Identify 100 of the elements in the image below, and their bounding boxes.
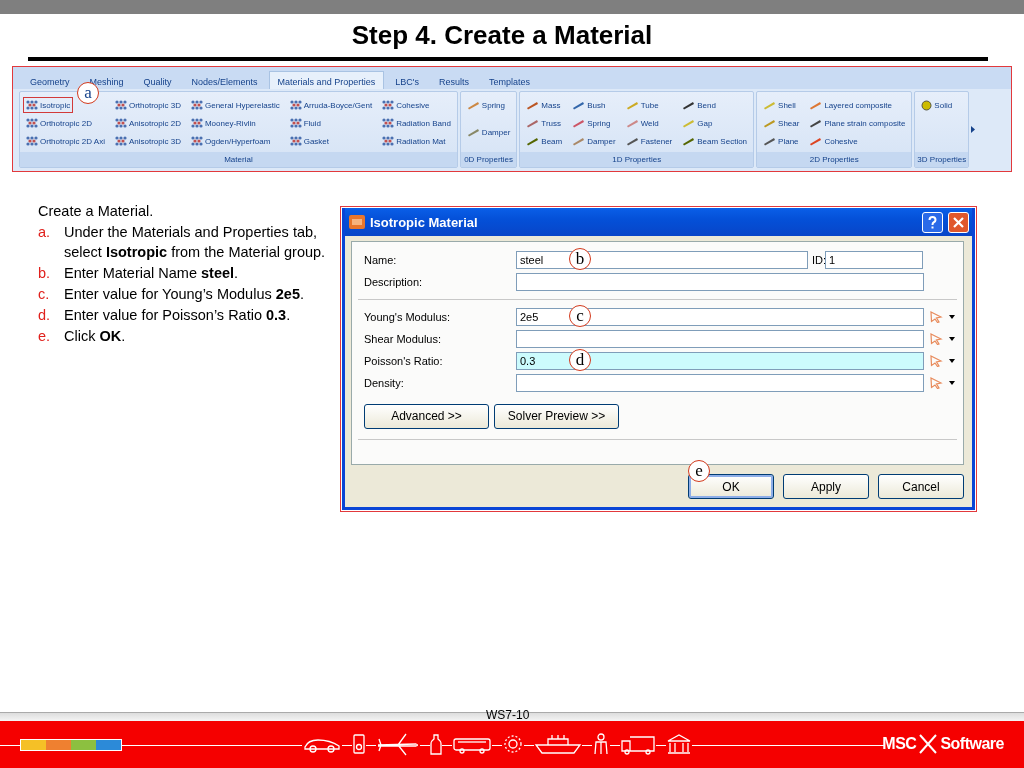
instruction-text: Create a Material. <box>38 202 155 221</box>
ribbon-tab[interactable]: Meshing <box>80 71 133 89</box>
lattice-icon <box>382 118 395 128</box>
ribbon-tab[interactable]: LBC's <box>386 71 428 89</box>
cross-icon <box>918 733 939 755</box>
lattice-icon <box>114 136 127 146</box>
ribbon-item[interactable]: Cohesive <box>379 97 433 113</box>
ribbon-item[interactable]: Ogden/Hyperfoam <box>187 133 274 149</box>
lattice-icon <box>26 136 38 146</box>
lattice-icon <box>289 136 302 146</box>
ribbon-item[interactable]: Gap <box>679 115 716 131</box>
ribbon-item[interactable]: Beam <box>523 133 566 149</box>
ribbon-item[interactable]: Spring <box>569 115 614 131</box>
ribbon-item[interactable]: Orthotropic 2D Axi <box>23 133 108 149</box>
dialog-button[interactable]: Cancel <box>878 474 964 499</box>
ribbon-item[interactable]: Orthotropic 3D <box>111 97 184 113</box>
ribbon-tab[interactable]: Quality <box>134 71 181 89</box>
dialog-button[interactable]: Solver Preview >> <box>494 403 619 429</box>
bar-icon <box>526 118 540 128</box>
bar-icon <box>763 118 777 128</box>
ribbon-item[interactable]: Plane strain composite <box>806 115 909 131</box>
slide-title: Step 4. Create a Material <box>350 19 654 52</box>
cursor-icon[interactable] <box>929 333 943 345</box>
dialog-button[interactable]: Apply <box>783 474 869 499</box>
input-field[interactable]: 1 <box>825 251 923 269</box>
input-field[interactable]: 0.3 d <box>516 352 924 370</box>
ribbon-item[interactable]: Cohesive <box>806 133 861 149</box>
group-label: 0D Properties <box>460 152 517 167</box>
cursor-icon[interactable] <box>929 377 943 389</box>
cursor-icon[interactable] <box>929 355 943 367</box>
input-field[interactable] <box>516 330 924 348</box>
lattice-icon <box>114 118 127 128</box>
help-button[interactable] <box>922 211 943 233</box>
caret-icon[interactable] <box>949 337 955 341</box>
step-letter: e. <box>38 327 52 346</box>
ribbon-item[interactable]: Arruda-Boyce/Gent <box>286 97 376 113</box>
ribbon-item[interactable]: Bend <box>679 97 719 113</box>
lattice-icon <box>289 118 302 128</box>
lattice-icon <box>190 118 203 128</box>
cursor-icon[interactable] <box>929 311 943 323</box>
step-letter: c. <box>38 285 51 304</box>
ribbon-item[interactable]: Isotropic <box>23 97 74 113</box>
close-button[interactable] <box>948 211 969 233</box>
ribbon-tab[interactable]: Geometry <box>21 71 79 89</box>
ribbon-item[interactable]: Beam Section <box>679 133 751 149</box>
group-label: 1D Properties <box>520 152 754 167</box>
ribbon-tab[interactable]: Templates <box>479 71 539 89</box>
lattice-icon <box>289 100 302 110</box>
caret-icon[interactable] <box>949 359 955 363</box>
lattice-icon <box>382 136 395 146</box>
ribbon-item[interactable]: Damper <box>569 133 619 149</box>
sphere-icon <box>921 99 933 111</box>
bar-icon <box>763 136 777 146</box>
ribbon-item[interactable]: Anisotropic 3D <box>111 133 184 149</box>
bar-icon <box>526 100 540 110</box>
bar-icon <box>526 136 540 146</box>
ribbon-item[interactable]: Anisotropic 2D <box>111 115 184 131</box>
ribbon-item[interactable]: Fastener <box>622 133 676 149</box>
ribbon-item[interactable]: Shear <box>760 115 803 131</box>
ribbon-item[interactable]: General Hyperelastic <box>187 97 283 113</box>
ribbon-item[interactable]: Layered composite <box>806 97 895 113</box>
ribbon-item[interactable]: Bush <box>569 97 609 113</box>
ribbon-item[interactable]: Gasket <box>286 133 332 149</box>
ribbon-item[interactable]: Mooney-Rivlin <box>187 115 259 131</box>
logo-text: MSC <box>882 735 917 753</box>
callout-label: c <box>569 305 591 327</box>
ribbon-tab[interactable]: Results <box>429 71 478 89</box>
dialog-button[interactable]: Advanced >> <box>364 403 489 429</box>
ribbon-item[interactable]: Weld <box>622 115 662 131</box>
input-field[interactable] <box>516 273 924 291</box>
ribbon-item[interactable]: Solid <box>918 97 956 113</box>
ribbon-tab[interactable]: Materials and Properties <box>268 71 385 89</box>
caret-icon[interactable] <box>949 381 955 385</box>
bar-icon <box>682 118 696 128</box>
question-icon <box>928 215 937 229</box>
step-letter: d. <box>38 306 52 325</box>
ribbon-item[interactable]: Plane <box>760 133 802 149</box>
ribbon-tab[interactable]: Nodes/Elements <box>182 71 267 89</box>
caret-icon[interactable] <box>949 315 955 319</box>
ribbon-item[interactable]: Radiation Mat <box>379 133 449 149</box>
input-field[interactable]: 2e5 c <box>516 308 924 326</box>
input-field[interactable]: steel b <box>516 251 808 269</box>
ribbon-item[interactable]: Spring <box>463 97 508 113</box>
page-number: WS7-10 <box>486 708 530 722</box>
bar-icon <box>466 100 480 110</box>
bar-icon <box>682 100 696 110</box>
ribbon-item[interactable]: Mass <box>523 97 564 113</box>
lattice-icon <box>190 136 203 146</box>
ribbon-item[interactable]: Orthotropic 2D <box>23 115 96 131</box>
group-label: Material <box>20 152 457 167</box>
ribbon-item[interactable]: Fluid <box>286 115 324 131</box>
ribbon-item[interactable]: Radiation Band <box>379 115 454 131</box>
field-label: Description: <box>364 276 424 288</box>
ribbon-item[interactable]: Truss <box>523 115 564 131</box>
ribbon-item[interactable]: Shell <box>760 97 799 113</box>
ribbon-item[interactable]: Damper <box>463 124 514 140</box>
step-letter: a. <box>38 223 52 242</box>
group-label: 2D Properties <box>757 152 912 167</box>
ribbon-item[interactable]: Tube <box>622 97 662 113</box>
input-field[interactable] <box>516 374 924 392</box>
